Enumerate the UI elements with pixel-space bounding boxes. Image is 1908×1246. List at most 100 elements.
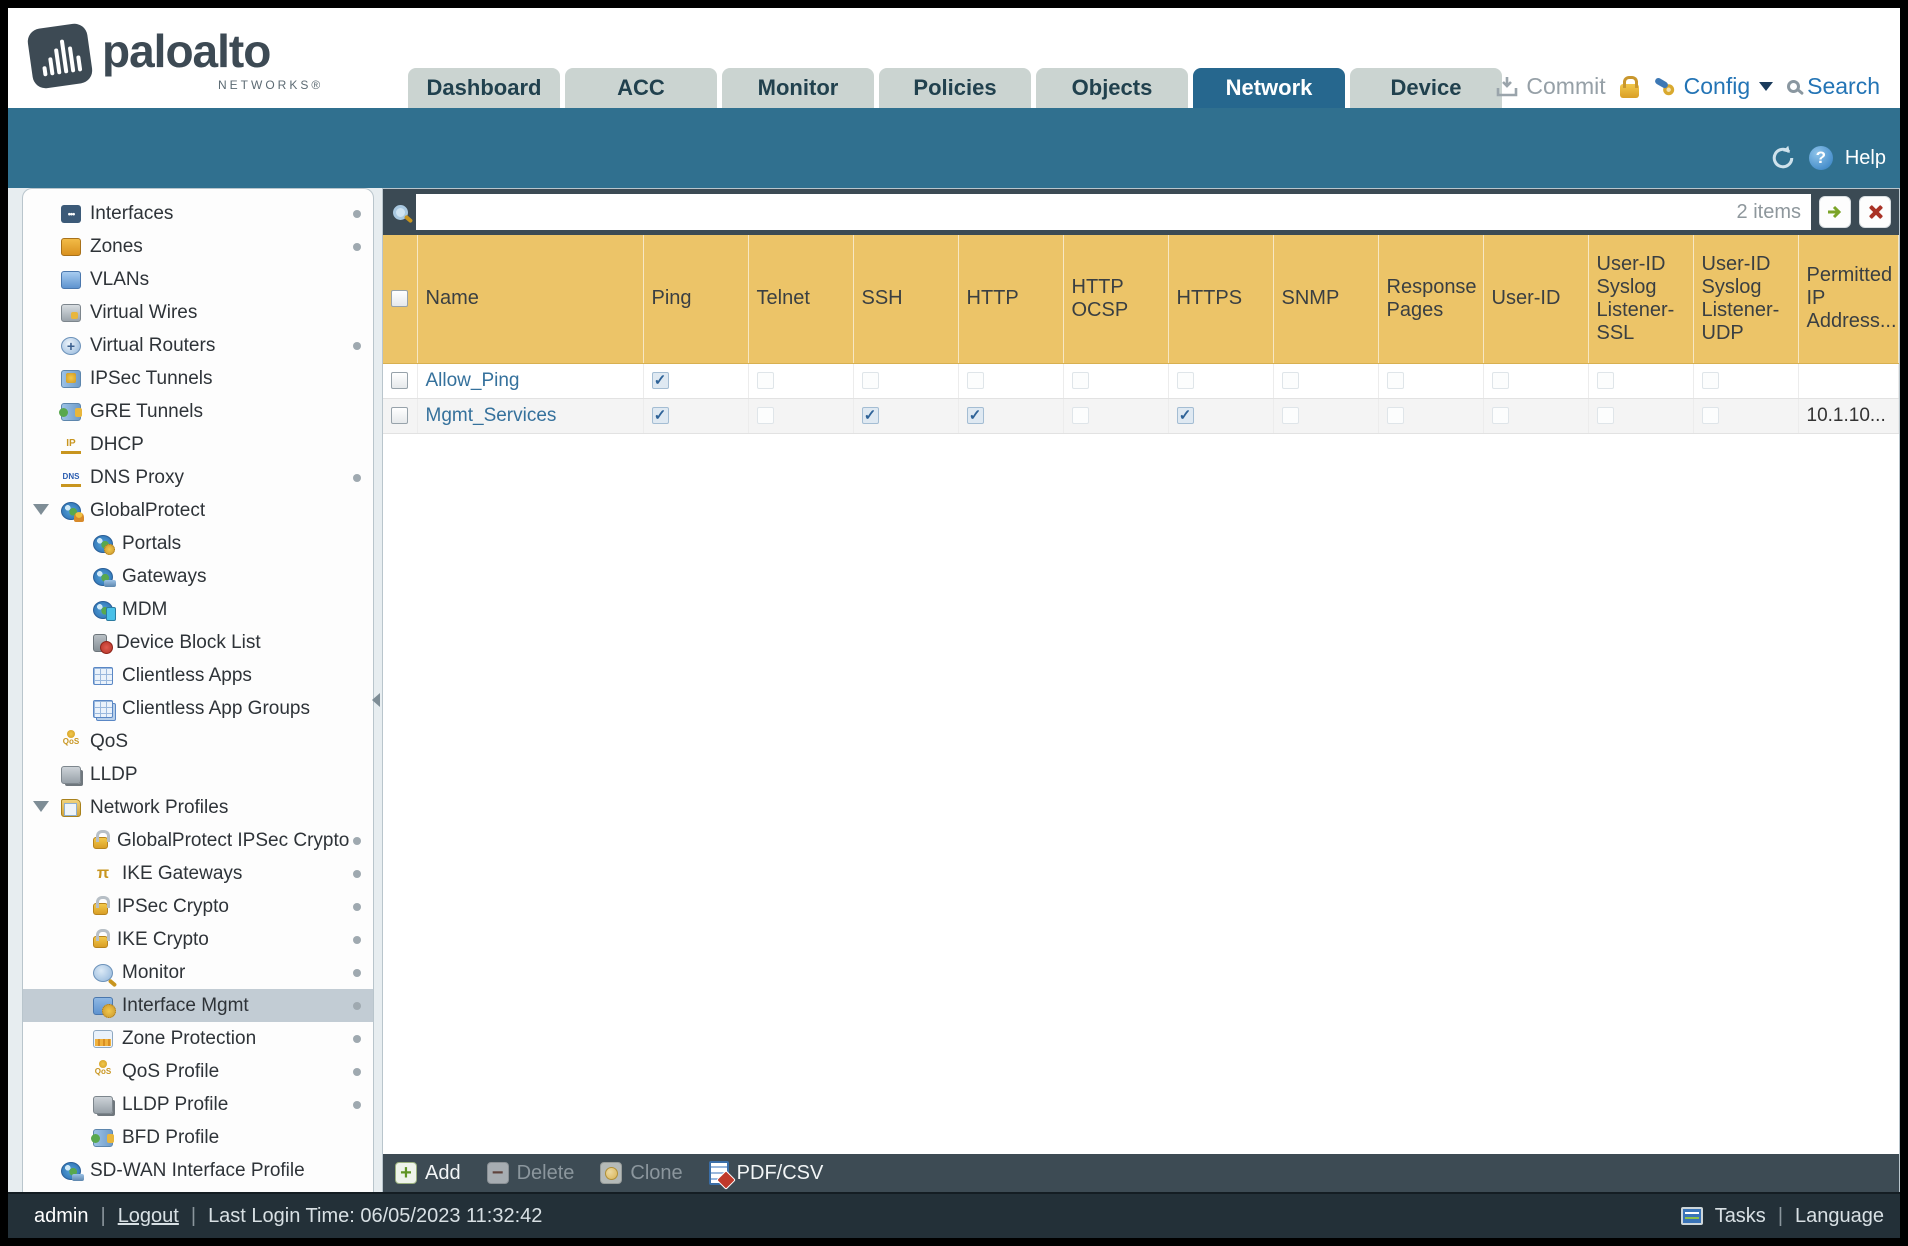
sidebar-item-ipsec-crypto[interactable]: IPSec Crypto [23, 890, 373, 923]
snmp-checkbox[interactable] [1281, 406, 1299, 424]
row-select-checkbox[interactable] [391, 406, 408, 424]
column-header-http[interactable]: HTTP [958, 235, 1064, 364]
sidebar-item-label: QoS Profile [122, 1060, 220, 1082]
expander-triangle-icon[interactable] [33, 504, 49, 515]
column-header-user-id-syslog-listener-udp[interactable]: User-ID Syslog Listener-UDP [1693, 235, 1799, 364]
sidebar-item-network-profiles[interactable]: Network Profiles [23, 791, 373, 824]
tab-policies[interactable]: Policies [879, 68, 1031, 108]
sidebar-item-dhcp[interactable]: IP DHCP [23, 428, 373, 461]
https-checkbox[interactable]: ✓ [1176, 406, 1194, 424]
tasks-icon[interactable] [1680, 1207, 1703, 1225]
snmp-checkbox[interactable] [1281, 371, 1299, 389]
column-header-telnet[interactable]: Telnet [748, 235, 854, 364]
commit-button[interactable]: Commit [1495, 73, 1606, 100]
delete-button[interactable]: − Delete [486, 1162, 574, 1185]
ssh-checkbox[interactable]: ✓ [861, 406, 879, 424]
https-checkbox[interactable] [1176, 371, 1194, 389]
telnet-checkbox[interactable] [756, 406, 774, 424]
column-header-name[interactable]: Name [417, 235, 644, 364]
uid-syslog-listener-ssl-checkbox[interactable] [1596, 371, 1614, 389]
tab-monitor[interactable]: Monitor [722, 68, 874, 108]
apply-filter-button[interactable] [1819, 196, 1851, 228]
uid-syslog-listener-udp-checkbox[interactable] [1701, 406, 1719, 424]
column-header-user-id[interactable]: User-ID [1483, 235, 1589, 364]
column-header-ssh[interactable]: SSH [853, 235, 959, 364]
sidebar-item-bfd-profile[interactable]: BFD Profile [23, 1121, 373, 1154]
pdf-csv-button[interactable]: PDF/CSV [708, 1161, 823, 1185]
http-checkbox[interactable] [966, 371, 984, 389]
http-ocsp-checkbox[interactable] [1071, 406, 1089, 424]
sidebar-item-portals[interactable]: Portals [23, 527, 373, 560]
http-ocsp-checkbox[interactable] [1071, 371, 1089, 389]
add-button[interactable]: + Add [395, 1162, 461, 1185]
column-header-permitted-ip-address-[interactable]: Permitted IP Address... [1798, 235, 1899, 364]
column-header-ping[interactable]: Ping [643, 235, 749, 364]
uid-syslog-listener-ssl-checkbox[interactable] [1596, 406, 1614, 424]
ping-checkbox[interactable]: ✓ [651, 371, 669, 389]
sidebar-item-clientless-apps[interactable]: Clientless Apps [23, 659, 373, 692]
global-search-button[interactable]: Search [1787, 73, 1880, 100]
table-filter-input[interactable] [416, 194, 1811, 230]
telnet-checkbox[interactable] [756, 371, 774, 389]
user-id-checkbox[interactable] [1491, 406, 1509, 424]
uid-syslog-listener-udp-checkbox[interactable] [1701, 371, 1719, 389]
sidebar-item-mdm[interactable]: MDM [23, 593, 373, 626]
column-header-user-id-syslog-listener-ssl[interactable]: User-ID Syslog Listener-SSL [1588, 235, 1694, 364]
sidebar-item-lldp[interactable]: LLDP [23, 758, 373, 791]
response-pages-checkbox[interactable] [1386, 371, 1404, 389]
sidebar-item-qos[interactable]: QoS QoS [23, 725, 373, 758]
help-icon[interactable]: ? [1808, 146, 1833, 170]
ping-checkbox[interactable]: ✓ [651, 406, 669, 424]
tab-device[interactable]: Device [1350, 68, 1502, 108]
column-header-https[interactable]: HTTPS [1168, 235, 1274, 364]
column-header-response-pages[interactable]: Response Pages [1378, 235, 1484, 364]
sidebar-item-interfaces[interactable]: ••• Interfaces [23, 197, 373, 230]
sidebar-item-virtual-routers[interactable]: + Virtual Routers [23, 329, 373, 362]
sidebar-item-ike-crypto[interactable]: IKE Crypto [23, 923, 373, 956]
column-header-http-ocsp[interactable]: HTTP OCSP [1063, 235, 1169, 364]
clear-filter-button[interactable] [1859, 196, 1891, 228]
sidebar-item-zones[interactable]: Zones [23, 230, 373, 263]
sidebar-item-globalprotect-ipsec-crypto[interactable]: GlobalProtect IPSec Crypto [23, 824, 373, 857]
sidebar-item-clientless-app-groups[interactable]: Clientless App Groups [23, 692, 373, 725]
clone-button[interactable]: Clone [600, 1162, 683, 1185]
sidebar-item-ike-gateways[interactable]: π IKE Gateways [23, 857, 373, 890]
sidebar-item-monitor[interactable]: Monitor [23, 956, 373, 989]
config-button[interactable]: Config [1653, 73, 1774, 100]
sidebar-item-device-block-list[interactable]: Device Block List [23, 626, 373, 659]
sidebar-item-gateways[interactable]: Gateways [23, 560, 373, 593]
sidebar-item-vlans[interactable]: VLANs [23, 263, 373, 296]
profile-name-link[interactable]: Mgmt_Services [426, 405, 557, 426]
sidebar-item-zone-protection[interactable]: Zone Protection [23, 1022, 373, 1055]
logout-link[interactable]: Logout [118, 1205, 179, 1228]
sidebar-collapse-icon[interactable] [372, 693, 380, 707]
tasks-link[interactable]: Tasks [1715, 1205, 1766, 1228]
sidebar-item-ipsec-tunnels[interactable]: IPSec Tunnels [23, 362, 373, 395]
sidebar-item-sd-wan-interface-profile[interactable]: SD-WAN Interface Profile [23, 1154, 373, 1187]
select-all-checkbox[interactable] [391, 290, 408, 308]
help-label[interactable]: Help [1845, 147, 1886, 170]
column-header-snmp[interactable]: SNMP [1273, 235, 1379, 364]
ssh-checkbox[interactable] [861, 371, 879, 389]
sidebar-item-label: VLANs [90, 268, 150, 290]
user-id-checkbox[interactable] [1491, 371, 1509, 389]
sidebar-item-interface-mgmt[interactable]: Interface Mgmt [23, 989, 373, 1022]
http-checkbox[interactable]: ✓ [966, 406, 984, 424]
profile-name-link[interactable]: Allow_Ping [426, 370, 520, 391]
sidebar-item-dns-proxy[interactable]: DNS DNS Proxy [23, 461, 373, 494]
sidebar-item-lldp-profile[interactable]: LLDP Profile [23, 1088, 373, 1121]
lock-icon[interactable] [1619, 75, 1639, 98]
expander-triangle-icon[interactable] [33, 801, 49, 812]
row-select-checkbox[interactable] [391, 371, 408, 389]
language-link[interactable]: Language [1795, 1205, 1884, 1228]
tab-objects[interactable]: Objects [1036, 68, 1188, 108]
sidebar-item-qos-profile[interactable]: QoS QoS Profile [23, 1055, 373, 1088]
sidebar-item-gre-tunnels[interactable]: GRE Tunnels [23, 395, 373, 428]
sidebar-item-virtual-wires[interactable]: Virtual Wires [23, 296, 373, 329]
tab-network[interactable]: Network [1193, 68, 1345, 108]
response-pages-checkbox[interactable] [1386, 406, 1404, 424]
tab-acc[interactable]: ACC [565, 68, 717, 108]
tab-dashboard[interactable]: Dashboard [408, 68, 560, 108]
sidebar-item-globalprotect[interactable]: GlobalProtect [23, 494, 373, 527]
refresh-icon[interactable] [1769, 144, 1797, 172]
